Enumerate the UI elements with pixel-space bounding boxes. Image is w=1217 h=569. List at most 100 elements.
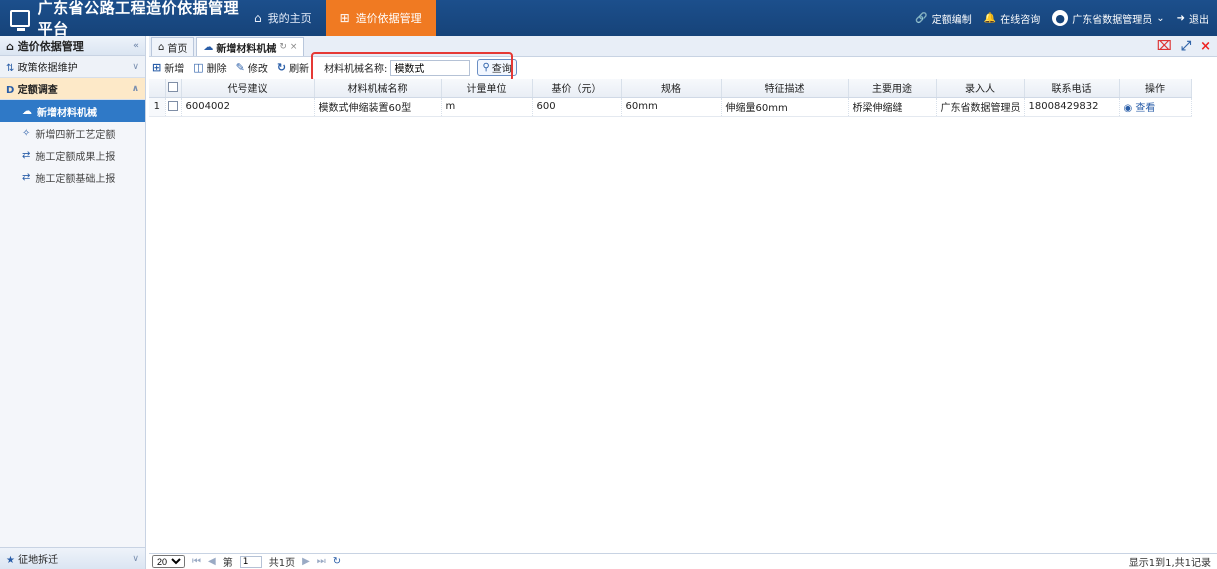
- eye-icon: ◉: [1123, 103, 1133, 114]
- nav-cost-basis[interactable]: ⊞ 造价依据管理: [325, 0, 436, 36]
- close-icon[interactable]: ×: [1200, 39, 1211, 54]
- report-icon: ⇄: [22, 171, 31, 183]
- pager-info: 显示1到1,共1记录: [1128, 558, 1211, 569]
- view-label: 查看: [1135, 103, 1156, 114]
- monitor-icon: [10, 9, 30, 31]
- add-button[interactable]: ⊞ 新增: [152, 60, 184, 75]
- sidebar-group-survey[interactable]: D 定额调查 ∧: [0, 78, 145, 100]
- app-logo: 广东省公路工程造价依据管理平台: [0, 0, 240, 39]
- link-icon: 🔗: [915, 12, 928, 24]
- tab-label: 新增材料机械: [216, 43, 277, 55]
- pagination: 20 ⏮ ◀ 第 共1页 ▶ ⏭ ↻ 显示1到1,共1记录: [149, 553, 1217, 569]
- add-label: 新增: [164, 64, 185, 75]
- nav-cost-basis-label: 造价依据管理: [355, 12, 422, 25]
- fullscreen-icon[interactable]: ⤢: [1181, 39, 1191, 54]
- sidebar-item-label: 施工定额成果上报: [35, 151, 116, 163]
- view-link[interactable]: ◉ 查看: [1119, 97, 1192, 117]
- report-icon: ⇄: [22, 149, 31, 161]
- table-row[interactable]: 1 6004002 模数式伸缩装置60型 m 600 60mm 伸缩量60mm …: [149, 97, 1192, 117]
- close-tabs-icon[interactable]: ⌧: [1157, 39, 1172, 54]
- sidebar-group-policy[interactable]: ⇅ 政策依据维护 ∨: [0, 56, 145, 78]
- row-number-header: [149, 79, 166, 98]
- prev-page-icon[interactable]: ◀: [208, 556, 216, 567]
- star-icon: ★: [6, 555, 15, 566]
- sidebar-item-label: 施工定额基础上报: [35, 173, 116, 185]
- next-page-icon[interactable]: ▶: [302, 556, 310, 567]
- user-avatar-icon: ●: [1052, 10, 1069, 26]
- consult-label: 在线咨询: [1000, 14, 1041, 26]
- cell-spec: 60mm: [621, 97, 722, 117]
- cell-price: 600: [532, 97, 622, 117]
- sidebar-item-new-process[interactable]: ✧ 新增四新工艺定额: [0, 122, 145, 144]
- refresh-icon: ↻: [276, 61, 287, 74]
- sidebar-item-basic-report[interactable]: ⇄ 施工定额基础上报: [0, 166, 145, 188]
- sidebar-header: ⌂ 造价依据管理 «: [0, 36, 145, 56]
- grid-icon: ⊞: [339, 11, 350, 25]
- last-page-icon[interactable]: ⏭: [317, 556, 326, 567]
- sidebar-item-new-material[interactable]: ☁ 新增材料机械: [0, 100, 145, 122]
- home-icon: ⌂: [6, 39, 14, 53]
- first-page-icon[interactable]: ⏮: [192, 556, 201, 567]
- page-prefix: 第: [222, 558, 233, 569]
- column-header[interactable]: 规格: [621, 79, 722, 98]
- collapse-sidebar-icon[interactable]: «: [133, 41, 139, 51]
- trash-icon: ◫: [193, 61, 204, 74]
- row-number: 1: [149, 97, 166, 117]
- tab-refresh-icon[interactable]: ↻: [279, 42, 287, 52]
- select-all-checkbox[interactable]: [165, 79, 182, 98]
- table-header-row: 代号建议 材料机械名称 计量单位 基价（元） 规格 特征描述 主要用途 录入人 …: [149, 79, 1192, 98]
- column-header[interactable]: 计量单位: [441, 79, 533, 98]
- page-input[interactable]: [239, 555, 262, 568]
- tab-label: 首页: [167, 43, 188, 55]
- column-header[interactable]: 录入人: [936, 79, 1025, 98]
- sidebar-group-label: 定额调查: [17, 85, 58, 96]
- close-icon[interactable]: ×: [290, 42, 298, 52]
- quota-edit-label: 定额编制: [931, 14, 972, 26]
- app-title: 广东省公路工程造价依据管理平台: [37, 0, 240, 38]
- cell-use: 桥梁伸缩缝: [848, 97, 937, 117]
- top-bar: 广东省公路工程造价依据管理平台 ⌂ 我的主页 ⊞ 造价依据管理 🔗 定额编制 🔔 在…: [0, 0, 1217, 39]
- chevron-down-icon: ∨: [132, 61, 139, 72]
- policy-icon: ⇅: [6, 63, 15, 74]
- page-size-select[interactable]: 20: [152, 555, 185, 568]
- cell-code: 6004002: [181, 97, 315, 117]
- logout-label: 退出: [1189, 14, 1209, 26]
- tab-bar: ⌂ 首页 ☁ 新增材料机械 ↻ × ⌧ ⤢ ×: [149, 36, 1217, 57]
- tab-home[interactable]: ⌂ 首页: [151, 37, 195, 56]
- user-menu[interactable]: ● 广东省数据管理员 ⌄: [1052, 10, 1165, 26]
- process-icon: ✧: [22, 127, 31, 139]
- column-header[interactable]: 操作: [1119, 79, 1192, 98]
- chevron-down-icon: ∨: [132, 553, 139, 564]
- user-name: 广东省数据管理员: [1072, 14, 1153, 26]
- column-header[interactable]: 主要用途: [848, 79, 937, 98]
- cloud-icon: ☁: [22, 105, 32, 117]
- column-header[interactable]: 联系电话: [1024, 79, 1120, 98]
- delete-button[interactable]: ◫ 删除: [193, 60, 226, 75]
- tab-new-material[interactable]: ☁ 新增材料机械 ↻ ×: [196, 37, 305, 56]
- home-icon: ⌂: [254, 11, 262, 25]
- toolbar: ⊞新增 ◫删除 ✎修改 ↻刷新 材料机械名称: ⚲查询: [149, 52, 1217, 82]
- edit-icon: ✎: [235, 61, 245, 74]
- refresh-button[interactable]: ↻ 刷新: [277, 60, 309, 75]
- cell-desc: 伸缩量60mm: [721, 97, 849, 117]
- column-header[interactable]: 材料机械名称: [314, 79, 442, 98]
- sidebar-item-result-report[interactable]: ⇄ 施工定额成果上报: [0, 144, 145, 166]
- cell-unit: m: [441, 97, 533, 117]
- column-header[interactable]: 基价（元）: [532, 79, 622, 98]
- logout-button[interactable]: ➜ 退出: [1177, 11, 1209, 26]
- column-header[interactable]: 代号建议: [181, 79, 315, 98]
- edit-button[interactable]: ✎ 修改: [236, 60, 268, 75]
- plus-icon: ⊞: [152, 61, 162, 74]
- sidebar-title: 造价依据管理: [17, 39, 84, 53]
- sidebar-item-label: 新增材料机械: [37, 107, 97, 119]
- consult-link[interactable]: 🔔 在线咨询: [984, 11, 1040, 26]
- chevron-down-icon: ⌄: [1156, 12, 1165, 24]
- reload-icon[interactable]: ↻: [333, 556, 341, 567]
- row-checkbox[interactable]: [165, 97, 182, 117]
- delete-label: 删除: [206, 64, 227, 75]
- quota-edit-link[interactable]: 🔗 定额编制: [915, 11, 971, 26]
- sidebar-footer-demolition[interactable]: ★ 征地拆迁 ∨: [0, 547, 145, 569]
- cell-phone: 18008429832: [1024, 97, 1120, 117]
- nav-home[interactable]: ⌂ 我的主页: [240, 0, 326, 36]
- column-header[interactable]: 特征描述: [721, 79, 849, 98]
